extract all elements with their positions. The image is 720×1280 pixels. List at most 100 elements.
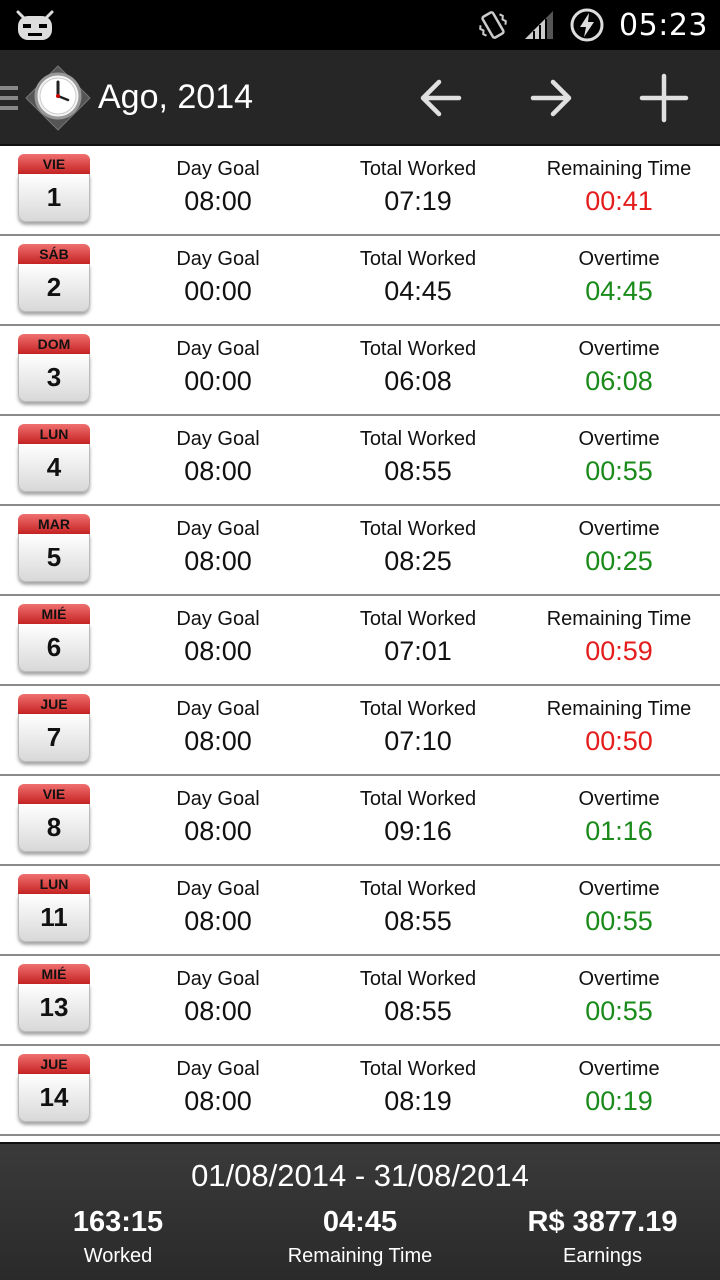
total-worked-label: Total Worked [359, 338, 477, 360]
day-row[interactable]: MIÉ 6 Day Goal 08:00 Total Worked 07:01 … [0, 596, 720, 686]
calendar-icon: SÁB 2 [18, 244, 90, 314]
balance-label: Overtime [578, 338, 660, 360]
calendar-icon: MIÉ 6 [18, 604, 90, 674]
day-goal-column: Day Goal 08:00 [138, 696, 298, 758]
total-worked-column: Total Worked 08:55 [338, 966, 498, 1028]
balance-label: Overtime [578, 428, 660, 450]
total-worked-column: Total Worked 08:55 [338, 876, 498, 938]
balance-value: 00:59 [585, 636, 653, 666]
day-number: 2 [18, 264, 90, 312]
day-goal-value: 00:00 [184, 366, 252, 396]
calendar-icon: MIÉ 13 [18, 964, 90, 1034]
total-worked-value: 08:55 [384, 906, 452, 936]
weekday-label: JUE [18, 1054, 90, 1074]
day-goal-label: Day Goal [176, 1058, 260, 1080]
total-worked-value: 08:19 [384, 1086, 452, 1116]
day-goal-value: 08:00 [184, 456, 252, 486]
total-worked-label: Total Worked [359, 698, 477, 720]
total-worked-label: Total Worked [359, 788, 477, 810]
vibrate-icon [479, 11, 507, 39]
drawer-indicator-icon[interactable] [0, 86, 18, 112]
status-icons: 05:23 [477, 0, 708, 50]
day-row[interactable]: LUN 11 Day Goal 08:00 Total Worked 08:55… [0, 866, 720, 956]
balance-column: Overtime 06:08 [528, 336, 710, 398]
total-worked-column: Total Worked 08:55 [338, 426, 498, 488]
total-worked-column: Total Worked 07:01 [338, 606, 498, 668]
day-goal-column: Day Goal 08:00 [138, 156, 298, 218]
day-number: 3 [18, 354, 90, 402]
day-goal-column: Day Goal 08:00 [138, 516, 298, 578]
balance-column: Overtime 00:25 [528, 516, 710, 578]
balance-value: 00:41 [585, 186, 653, 216]
balance-column: Remaining Time 00:59 [528, 606, 710, 668]
balance-label: Overtime [578, 968, 660, 990]
day-row[interactable]: JUE 7 Day Goal 08:00 Total Worked 07:10 … [0, 686, 720, 776]
clock-app-icon[interactable] [24, 64, 92, 132]
day-goal-value: 08:00 [184, 726, 252, 756]
plus-icon [639, 73, 689, 123]
calendar-icon: JUE 7 [18, 694, 90, 764]
total-worked-column: Total Worked 09:16 [338, 786, 498, 848]
balance-column: Overtime 00:55 [528, 966, 710, 1028]
day-row[interactable]: DOM 3 Day Goal 00:00 Total Worked 06:08 … [0, 326, 720, 416]
balance-column: Remaining Time 00:41 [528, 156, 710, 218]
status-bar: 05:23 [0, 0, 720, 50]
day-goal-label: Day Goal [176, 158, 260, 180]
day-row[interactable]: MAR 5 Day Goal 08:00 Total Worked 08:25 … [0, 506, 720, 596]
total-worked-column: Total Worked 04:45 [338, 246, 498, 308]
balance-value: 01:16 [585, 816, 653, 846]
day-goal-label: Day Goal [176, 608, 260, 630]
total-worked-label: Total Worked [359, 428, 477, 450]
add-entry-button[interactable] [636, 70, 692, 126]
total-worked-column: Total Worked 08:19 [338, 1056, 498, 1118]
remaining-summary: 04:45 Remaining Time [250, 1204, 470, 1270]
balance-label: Overtime [578, 878, 660, 900]
day-list[interactable]: VIE 1 Day Goal 08:00 Total Worked 07:19 … [0, 146, 720, 1142]
day-goal-label: Day Goal [176, 428, 260, 450]
worked-caption: Worked [83, 1245, 153, 1267]
day-goal-label: Day Goal [176, 248, 260, 270]
day-goal-label: Day Goal [176, 338, 260, 360]
weekday-label: MIÉ [18, 964, 90, 984]
day-row[interactable]: LUN 4 Day Goal 08:00 Total Worked 08:55 … [0, 416, 720, 506]
day-row[interactable]: VIE 8 Day Goal 08:00 Total Worked 09:16 … [0, 776, 720, 866]
total-worked-value: 08:55 [384, 996, 452, 1026]
day-goal-value: 08:00 [184, 996, 252, 1026]
total-worked-value: 07:19 [384, 186, 452, 216]
total-worked-label: Total Worked [359, 518, 477, 540]
total-worked-label: Total Worked [359, 878, 477, 900]
earnings-caption: Earnings [563, 1245, 642, 1267]
day-goal-column: Day Goal 08:00 [138, 966, 298, 1028]
day-row[interactable]: SÁB 2 Day Goal 00:00 Total Worked 04:45 … [0, 236, 720, 326]
day-row[interactable]: JUE 14 Day Goal 08:00 Total Worked 08:19… [0, 1046, 720, 1136]
weekday-label: DOM [18, 334, 90, 354]
total-worked-label: Total Worked [359, 968, 477, 990]
balance-column: Overtime 00:19 [528, 1056, 710, 1118]
day-goal-column: Day Goal 00:00 [138, 246, 298, 308]
total-worked-value: 09:16 [384, 816, 452, 846]
day-number: 1 [18, 174, 90, 222]
day-row[interactable]: VIE 1 Day Goal 08:00 Total Worked 07:19 … [0, 146, 720, 236]
balance-column: Remaining Time 00:50 [528, 696, 710, 758]
day-number: 8 [18, 804, 90, 852]
balance-label: Overtime [578, 1058, 660, 1080]
remaining-caption: Remaining Time [287, 1245, 433, 1267]
total-worked-value: 07:10 [384, 726, 452, 756]
day-goal-column: Day Goal 08:00 [138, 786, 298, 848]
next-month-button[interactable] [524, 70, 580, 126]
worked-summary: 163:15 Worked [28, 1204, 208, 1270]
calendar-icon: DOM 3 [18, 334, 90, 404]
day-goal-value: 08:00 [184, 636, 252, 666]
calendar-icon: MAR 5 [18, 514, 90, 584]
day-row[interactable]: MIÉ 13 Day Goal 08:00 Total Worked 08:55… [0, 956, 720, 1046]
calendar-icon: LUN 4 [18, 424, 90, 494]
page-title: Ago, 2014 [98, 78, 254, 116]
day-goal-value: 08:00 [184, 546, 252, 576]
previous-month-button[interactable] [412, 70, 468, 126]
battery-charging-icon [570, 8, 604, 42]
balance-column: Overtime 00:55 [528, 876, 710, 938]
weekday-label: MIÉ [18, 604, 90, 624]
total-worked-column: Total Worked 07:19 [338, 156, 498, 218]
weekday-label: MAR [18, 514, 90, 534]
day-number: 5 [18, 534, 90, 582]
